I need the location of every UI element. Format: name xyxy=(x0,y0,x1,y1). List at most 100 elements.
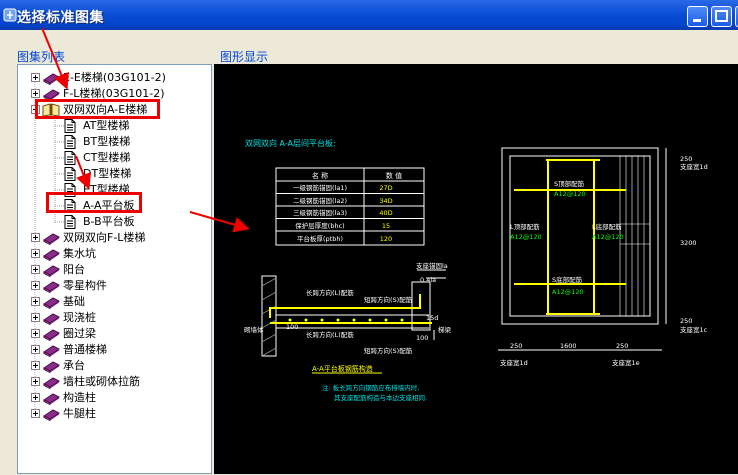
tree-item-label: 普通楼梯 xyxy=(63,343,107,356)
tree-item-label: F-L楼梯(03G101-2) xyxy=(63,87,165,100)
document-icon xyxy=(64,199,76,213)
tree-item-label: 牛腿柱 xyxy=(63,407,96,420)
expand-icon[interactable] xyxy=(31,89,40,98)
book-icon xyxy=(43,409,60,421)
expand-icon[interactable] xyxy=(31,73,40,82)
tree-group-item[interactable]: 现浇桩 xyxy=(18,310,213,326)
expand-icon[interactable] xyxy=(31,377,40,386)
right-beam-label: 梯梁 xyxy=(438,325,452,334)
section-caption: A-A平台板钢筋构造 xyxy=(312,364,373,373)
collapse-icon[interactable] xyxy=(31,105,40,114)
expand-icon[interactable] xyxy=(31,329,40,338)
maximize-icon xyxy=(715,10,728,22)
book-icon xyxy=(43,345,60,357)
book-icon xyxy=(43,377,60,389)
book-icon xyxy=(43,313,60,325)
long-rebar-bottom-label: 长跨方向(L)配筋 xyxy=(306,330,354,339)
s-top-spec: A12@120 xyxy=(554,190,586,198)
tree-leaf-item[interactable]: A-A平台板 xyxy=(18,198,213,214)
expand-icon[interactable] xyxy=(31,393,40,402)
expand-icon[interactable] xyxy=(31,249,40,258)
tree-leaf-item[interactable]: B-B平台板 xyxy=(18,214,213,230)
plan-dim-right: 250 xyxy=(616,342,628,350)
expand-icon[interactable] xyxy=(31,281,40,290)
tree-group-item[interactable]: 双网双向A-E楼梯 xyxy=(18,102,213,118)
table-cell: 二级钢筋锚固(la2) xyxy=(293,196,347,205)
table-cell: 三级钢筋锚固(la3) xyxy=(293,208,347,217)
expand-icon[interactable] xyxy=(31,313,40,322)
tree-item-label: 集水坑 xyxy=(63,247,96,260)
canvas-header: 图形显示 xyxy=(220,50,269,64)
document-icon xyxy=(64,167,76,181)
title-bar[interactable]: 选择标准图集 xyxy=(0,0,738,30)
app-icon xyxy=(3,8,17,22)
tree-group-item[interactable]: 构造柱 xyxy=(18,390,213,406)
tree-group-item[interactable]: 阳台 xyxy=(18,262,213,278)
tree-leaf-item[interactable]: CT型楼梯 xyxy=(18,150,213,166)
document-icon xyxy=(64,151,76,165)
l-top-label: L顶部配筋 xyxy=(510,222,540,231)
tree-leaf-item[interactable]: BT型楼梯 xyxy=(18,134,213,150)
expand-icon[interactable] xyxy=(31,233,40,242)
tree-item-label: ET型楼梯 xyxy=(83,183,130,196)
tree-item-label: BT型楼梯 xyxy=(83,135,131,148)
book-icon xyxy=(43,329,60,341)
plan-dim-width: 1600 xyxy=(560,342,577,350)
plan-dim-left: 250 xyxy=(510,342,522,350)
table-cell: 一级钢筋锚固(la1) xyxy=(293,183,347,192)
tree-group-item[interactable]: 零星构件 xyxy=(18,278,213,294)
book-icon xyxy=(43,265,60,277)
s-top-label: S顶部配筋 xyxy=(554,179,585,188)
expand-icon[interactable] xyxy=(31,297,40,306)
tree-group-item[interactable]: E-E楼梯(03G101-2) xyxy=(18,70,213,86)
tree-item-label: 墙柱或砌体拉筋 xyxy=(63,375,140,388)
tree-item-label: 现浇桩 xyxy=(63,311,96,324)
tree-group-item[interactable]: 墙柱或砌体拉筋 xyxy=(18,374,213,390)
document-icon xyxy=(64,183,76,197)
tree-group-item[interactable]: 普通楼梯 xyxy=(18,342,213,358)
table-header-name: 名 称 xyxy=(312,171,328,180)
plan-view: S顶部配筋 A12@120 L顶部配筋 A12@120 L底部配筋 A12@12… xyxy=(498,147,708,367)
cad-drawing: 双网双向 A-A层间平台板: 名 称 数 值 一级钢筋锚固(la1) 27D 二… xyxy=(244,138,708,402)
book-icon xyxy=(43,233,60,245)
s-bottom-spec: A12@120 xyxy=(552,288,584,296)
tree-group-item[interactable]: 承台 xyxy=(18,358,213,374)
tree-group-item[interactable]: 集水坑 xyxy=(18,246,213,262)
section-detail: 支座锚固la 0.4la 长跨方向(L)配筋 短跨方向(S)配筋 长跨方向(L)… xyxy=(244,261,452,374)
expand-icon[interactable] xyxy=(31,361,40,370)
drawing-title: 双网双向 A-A层间平台板: xyxy=(245,138,336,148)
dim-15d: 15d xyxy=(426,314,438,322)
plan-dim-mid: 3200 xyxy=(680,239,697,247)
window-title: 选择标准图集 xyxy=(17,10,104,26)
note-line-2: 其支座配筋构造与本边支座相同. xyxy=(334,393,427,402)
tree-leaf-item[interactable]: AT型楼梯 xyxy=(18,118,213,134)
ratio-label: 0.4la xyxy=(420,276,436,284)
tree-group-item[interactable]: 圈过梁 xyxy=(18,326,213,342)
minimize-button[interactable] xyxy=(687,6,708,27)
table-header-value: 数 值 xyxy=(386,171,402,180)
drawing-canvas[interactable]: 双网双向 A-A层间平台板: 名 称 数 值 一级钢筋锚固(la1) 27D 二… xyxy=(214,64,738,474)
maximize-button[interactable] xyxy=(711,6,732,27)
tree-group-item[interactable]: F-L楼梯(03G101-2) xyxy=(18,86,213,102)
tree-group-item[interactable]: 牛腿柱 xyxy=(18,406,213,422)
plan-top-support: 支座宽1d xyxy=(680,162,708,171)
table-cell: 40D xyxy=(379,209,392,217)
tree-group-item[interactable]: 基础 xyxy=(18,294,213,310)
support-anchor-label: 支座锚固la xyxy=(416,261,448,270)
dim-100-right: 100 xyxy=(416,334,428,342)
long-rebar-label: 长跨方向(L)配筋 xyxy=(306,288,354,297)
tree-leaf-item[interactable]: ET型楼梯 xyxy=(18,182,213,198)
dim-100-left: 100 xyxy=(286,323,298,331)
expand-icon[interactable] xyxy=(31,409,40,418)
table-cell: 120 xyxy=(380,235,392,243)
document-icon xyxy=(64,215,76,229)
document-icon xyxy=(64,135,76,149)
expand-icon[interactable] xyxy=(31,345,40,354)
tree-leaf-item[interactable]: DT型楼梯 xyxy=(18,166,213,182)
expand-icon[interactable] xyxy=(31,265,40,274)
s-bottom-label: S底部配筋 xyxy=(552,275,583,284)
book-icon xyxy=(43,73,60,85)
book-icon xyxy=(43,361,60,373)
tree-group-item[interactable]: 双网双向F-L楼梯 xyxy=(18,230,213,246)
atlas-tree[interactable]: E-E楼梯(03G101-2) F-L楼梯(03G101-2) 双网双向A-E楼梯 A… xyxy=(17,64,212,474)
